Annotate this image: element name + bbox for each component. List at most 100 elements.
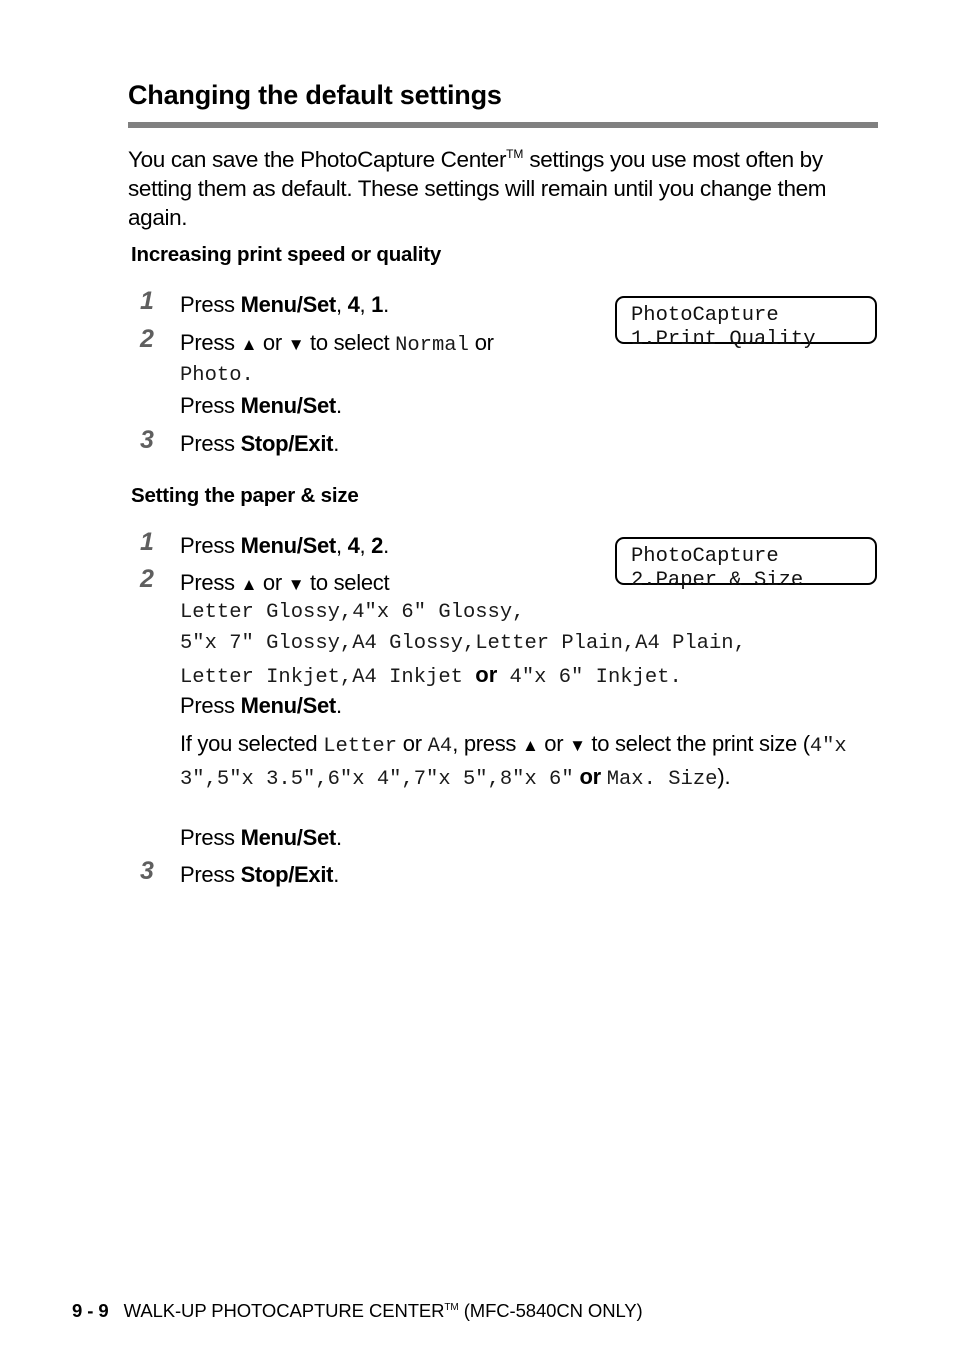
- print-size-note: If you selected Letter or A4, press ▲ or…: [180, 729, 880, 795]
- lcd-line-1: PhotoCapture: [631, 545, 779, 568]
- lcd-option-normal: Normal: [395, 334, 469, 357]
- heading-divider: [128, 122, 878, 128]
- key-stop-exit: Stop/Exit: [240, 862, 334, 887]
- key-menu-set: Menu/Set: [240, 292, 337, 317]
- key-arg-2: 2: [371, 533, 384, 558]
- note-text: ).: [717, 764, 731, 789]
- step-period: .: [333, 431, 340, 456]
- step-instruction: Press Menu/Set.: [180, 691, 342, 721]
- step-instruction: Press Stop/Exit.: [180, 429, 339, 459]
- lcd-line-2: 2.Paper & Size: [631, 569, 804, 592]
- step-instruction: Press Menu/Set.: [180, 823, 342, 853]
- key-menu-set: Menu/Set: [240, 693, 337, 718]
- step-verb: Press: [180, 292, 241, 317]
- step-action: to select: [304, 330, 396, 355]
- step-verb: Press: [180, 330, 241, 355]
- step-separator: ,: [335, 533, 348, 558]
- lcd-option-photo: Photo: [180, 364, 242, 387]
- step-separator: ,: [359, 533, 372, 558]
- subsection-title-paper-size: Setting the paper & size: [131, 484, 359, 507]
- arrow-up-icon: ▲: [521, 736, 539, 755]
- lcd-display-paper-size: PhotoCapture 2.Paper & Size: [615, 537, 877, 592]
- trademark-symbol: TM: [506, 147, 524, 161]
- print-size-option-max: Max. Size: [606, 768, 718, 791]
- step-period: .: [383, 533, 389, 558]
- arrow-up-icon: ▲: [240, 575, 258, 594]
- step-number: 3: [140, 857, 154, 885]
- step-number: 2: [140, 565, 154, 593]
- step-instruction: Press ▲ or ▼ to select Normal or: [180, 328, 494, 361]
- lcd-display-print-quality: PhotoCapture 1.Print Quality: [615, 296, 877, 351]
- step-verb: Press: [180, 431, 241, 456]
- paper-option-list: Letter Glossy,4"x 6" Glossy, 5"x 7" Glos…: [180, 597, 880, 693]
- step-verb: Press: [180, 862, 241, 887]
- step-verb: Press: [180, 570, 241, 595]
- paper-options-line-3b: 4"x 6" Inkjet.: [497, 666, 682, 689]
- note-text: , press: [452, 731, 522, 756]
- note-text: to select the print size (: [585, 731, 810, 756]
- trademark-symbol: TM: [444, 1302, 459, 1313]
- conjunction-or: or: [475, 662, 498, 687]
- page-number: 9 - 9: [72, 1300, 109, 1321]
- step-period: .: [241, 364, 254, 387]
- paper-options-line-2: 5"x 7" Glossy,A4 Glossy,Letter Plain,A4 …: [180, 632, 746, 655]
- document-page: Changing the default settings You can sa…: [0, 0, 954, 1352]
- step-number: 1: [140, 528, 154, 556]
- step-instruction: Press ▲ or ▼ to select: [180, 568, 390, 598]
- step-action: to select: [304, 570, 390, 595]
- key-stop-exit: Stop/Exit: [240, 431, 334, 456]
- lcd-line-1: PhotoCapture: [631, 304, 779, 327]
- step-verb: Press: [180, 693, 241, 718]
- step-number: 1: [140, 287, 154, 315]
- lcd-option-letter: Letter: [323, 735, 397, 758]
- arrow-down-icon: ▼: [569, 736, 586, 755]
- step-period: .: [335, 393, 342, 418]
- subsection-title-print-quality: Increasing print speed or quality: [131, 243, 442, 266]
- step-instruction-cont: Photo.: [180, 358, 254, 391]
- step-instruction: Press Menu/Set, 4, 1.: [180, 290, 389, 320]
- step-period: .: [335, 825, 342, 850]
- key-menu-set: Menu/Set: [240, 393, 337, 418]
- lcd-option-a4: A4: [427, 735, 453, 758]
- arrow-up-icon: ▲: [240, 335, 258, 354]
- step-period: .: [333, 862, 340, 887]
- step-separator: ,: [359, 292, 372, 317]
- paper-option-row: Letter Glossy,4"x 6" Glossy,: [180, 597, 880, 628]
- step-number: 2: [140, 325, 154, 353]
- arrow-down-icon: ▼: [287, 335, 305, 354]
- page-footer: 9 - 9 WALK-UP PHOTOCAPTURE CENTERTM (MFC…: [72, 1300, 643, 1322]
- step-separator: ,: [335, 292, 348, 317]
- step-conjunction: or: [468, 330, 494, 355]
- key-arg-1: 4: [347, 533, 360, 558]
- lcd-line-2: 1.Print Quality: [631, 328, 816, 351]
- step-conjunction: or: [257, 330, 288, 355]
- page-title: Changing the default settings: [128, 80, 502, 110]
- step-verb: Press: [180, 533, 241, 558]
- step-verb: Press: [180, 393, 241, 418]
- key-arg-2: 1: [371, 292, 384, 317]
- key-arg-1: 4: [347, 292, 360, 317]
- note-conjunction: or: [397, 731, 428, 756]
- note-text: If you selected: [180, 731, 324, 756]
- conjunction-or: or: [573, 764, 607, 789]
- paper-options-line-3a: Letter Inkjet,A4 Inkjet: [180, 666, 476, 689]
- step-verb: Press: [180, 825, 241, 850]
- paper-option-row: 5"x 7" Glossy,A4 Glossy,Letter Plain,A4 …: [180, 628, 880, 659]
- intro-text-before-tm: You can save the PhotoCapture Center: [128, 147, 507, 172]
- arrow-down-icon: ▼: [287, 575, 305, 594]
- key-menu-set: Menu/Set: [240, 825, 337, 850]
- note-conjunction: or: [538, 731, 570, 756]
- intro-paragraph: You can save the PhotoCapture CenterTM s…: [128, 140, 888, 232]
- step-instruction: Press Menu/Set.: [180, 391, 342, 421]
- key-menu-set: Menu/Set: [240, 533, 337, 558]
- paper-option-row: Letter Inkjet,A4 Inkjet or 4"x 6" Inkjet…: [180, 659, 880, 693]
- step-period: .: [335, 693, 342, 718]
- footer-title-after-tm: (MFC-5840CN ONLY): [458, 1300, 643, 1321]
- step-number: 3: [140, 426, 154, 454]
- paper-options-line-1: Letter Glossy,4"x 6" Glossy,: [180, 601, 525, 624]
- footer-title-before-tm: WALK-UP PHOTOCAPTURE CENTER: [123, 1300, 445, 1321]
- step-instruction: Press Stop/Exit.: [180, 860, 339, 890]
- step-period: .: [383, 292, 389, 317]
- step-instruction: Press Menu/Set, 4, 2.: [180, 531, 389, 561]
- step-conjunction: or: [257, 570, 288, 595]
